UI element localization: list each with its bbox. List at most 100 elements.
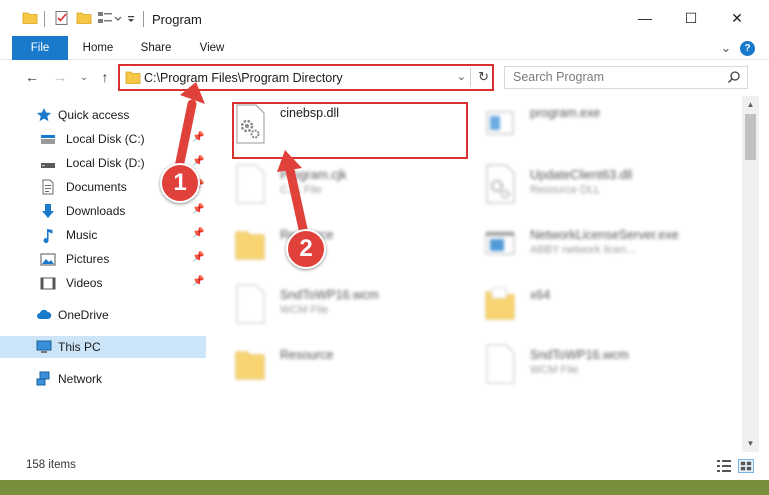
downloads-icon bbox=[42, 204, 54, 218]
scroll-thumb[interactable] bbox=[745, 114, 756, 160]
music-icon bbox=[43, 229, 53, 243]
close-button[interactable]: ✕ bbox=[729, 10, 745, 26]
sidebar-item-downloads[interactable]: Downloads 📌 bbox=[0, 200, 206, 222]
pin-icon[interactable]: 📌 bbox=[192, 156, 204, 167]
search-box[interactable] bbox=[504, 66, 748, 89]
sidebar-item-label: Downloads bbox=[66, 204, 126, 218]
file-type: WCM File bbox=[530, 364, 579, 376]
folder-icon bbox=[235, 351, 265, 380]
pin-icon[interactable]: 📌 bbox=[192, 276, 204, 287]
address-divider bbox=[470, 68, 471, 87]
pin-icon[interactable]: 📌 bbox=[192, 228, 204, 239]
address-dropdown-button[interactable]: ⌄ bbox=[457, 70, 466, 83]
callout-1: 1 bbox=[160, 163, 200, 203]
tab-file[interactable]: File bbox=[12, 36, 68, 60]
properties-icon[interactable] bbox=[54, 10, 70, 26]
file-item-sndtowp16-2[interactable]: SndToWP16.wcm WCM File bbox=[460, 338, 700, 388]
view-options-icon[interactable] bbox=[97, 10, 113, 26]
scroll-down-button[interactable]: ▼ bbox=[742, 435, 759, 452]
file-item-x64-folder[interactable]: x64 bbox=[460, 278, 700, 328]
forward-button[interactable]: → bbox=[52, 69, 68, 85]
sidebar-item-music[interactable]: Music 📌 bbox=[0, 224, 206, 246]
pictures-icon bbox=[40, 253, 56, 266]
file-item-updateclient[interactable]: UpdateClient63.dll Resource DLL bbox=[460, 158, 700, 208]
expand-ribbon-button[interactable]: ⌄ bbox=[719, 40, 733, 55]
new-folder-icon[interactable] bbox=[76, 10, 92, 26]
generic-file-icon bbox=[486, 344, 515, 384]
file-name: UpdateClient63.dll bbox=[530, 168, 633, 182]
folder-icon[interactable] bbox=[22, 10, 38, 26]
title-bar: Program — ☐ ✕ bbox=[0, 0, 769, 36]
highlight-box bbox=[232, 102, 468, 159]
chevron-down-icon[interactable] bbox=[114, 15, 122, 23]
file-name: SndToWP16.wcm bbox=[280, 288, 379, 302]
file-item-resource-folder-2[interactable]: Resource bbox=[210, 338, 450, 388]
sidebar-item-label: This PC bbox=[58, 340, 101, 354]
callout-2: 2 bbox=[286, 229, 326, 269]
search-input[interactable] bbox=[513, 70, 713, 84]
pin-icon[interactable]: 📌 bbox=[192, 252, 204, 263]
cloud-icon bbox=[37, 309, 52, 319]
computer-icon bbox=[36, 340, 52, 353]
sidebar-item-label: OneDrive bbox=[58, 308, 109, 322]
file-name: x64 bbox=[530, 288, 551, 302]
sidebar-item-onedrive[interactable]: OneDrive bbox=[0, 304, 206, 326]
file-type: WCM File bbox=[280, 304, 329, 316]
sidebar-item-label: Videos bbox=[66, 276, 103, 290]
help-button[interactable]: ? bbox=[740, 41, 755, 56]
star-icon bbox=[37, 108, 51, 122]
file-item-program-cjk[interactable]: Program.cjk CJK File bbox=[210, 158, 450, 208]
ribbon-tabs: File Home Share View ⌄ ? bbox=[0, 36, 769, 60]
recent-locations-button[interactable]: ⌄ bbox=[76, 69, 92, 85]
sidebar-item-label: Local Disk (D:) bbox=[66, 156, 145, 170]
sidebar-item-videos[interactable]: Videos 📌 bbox=[0, 272, 206, 294]
file-item-sndtowp16[interactable]: SndToWP16.wcm WCM File bbox=[210, 278, 450, 328]
sidebar-item-label: Pictures bbox=[66, 252, 110, 266]
tab-home[interactable]: Home bbox=[76, 36, 120, 60]
file-item-program-exe[interactable]: program.exe bbox=[460, 98, 700, 148]
up-button[interactable]: ↑ bbox=[97, 69, 113, 85]
address-bar[interactable]: C:\Program Files\Program Directory ⌄ ↻ bbox=[118, 64, 494, 91]
sidebar-item-pictures[interactable]: Pictures 📌 bbox=[0, 248, 206, 270]
folder-icon bbox=[235, 231, 265, 260]
sidebar-item-local-disk-c[interactable]: Local Disk (C:) 📌 bbox=[0, 128, 206, 150]
dll-gear-icon bbox=[486, 164, 515, 204]
sidebar-item-quick-access[interactable]: Quick access bbox=[0, 104, 206, 126]
search-icon[interactable] bbox=[727, 70, 741, 84]
file-name: program.exe bbox=[530, 106, 601, 120]
sidebar-item-this-pc[interactable]: This PC bbox=[0, 336, 206, 358]
generic-file-icon bbox=[236, 164, 265, 204]
file-type: CJK File bbox=[280, 184, 322, 196]
pin-icon[interactable]: 📌 bbox=[192, 204, 204, 215]
drive-icon bbox=[41, 135, 55, 144]
title-separator bbox=[143, 11, 144, 27]
file-item-networklicenseserver[interactable]: NetworkLicenseServer.exe ABBY network li… bbox=[460, 218, 700, 268]
sidebar-item-label: Music bbox=[66, 228, 98, 242]
details-view-icon[interactable] bbox=[716, 459, 732, 473]
file-name: NetworkLicenseServer.exe bbox=[530, 228, 679, 242]
large-icons-view-icon[interactable] bbox=[738, 459, 754, 473]
refresh-button[interactable]: ↻ bbox=[478, 69, 489, 85]
customize-toolbar-icon[interactable] bbox=[126, 10, 136, 26]
vertical-scrollbar[interactable]: ▲ ▼ bbox=[742, 96, 759, 452]
back-button[interactable]: ← bbox=[24, 69, 40, 85]
minimize-button[interactable]: — bbox=[637, 10, 653, 26]
sidebar-item-label: Quick access bbox=[58, 108, 130, 122]
file-item-resource-folder[interactable]: Resource bbox=[210, 218, 450, 268]
folder-icon bbox=[125, 71, 141, 84]
tab-view[interactable]: View bbox=[190, 36, 234, 60]
sidebar-item-network[interactable]: Network bbox=[0, 368, 206, 390]
drive-icon bbox=[41, 163, 55, 168]
title-separator bbox=[44, 11, 45, 27]
address-path[interactable]: C:\Program Files\Program Directory bbox=[144, 71, 343, 85]
exe-icon bbox=[486, 111, 514, 135]
file-type: Resource DLL bbox=[530, 184, 601, 196]
documents-icon bbox=[42, 179, 54, 195]
scroll-up-button[interactable]: ▲ bbox=[742, 96, 759, 113]
network-icon bbox=[36, 371, 50, 386]
tab-share[interactable]: Share bbox=[134, 36, 178, 60]
pin-icon[interactable]: 📌 bbox=[192, 132, 204, 143]
status-bar: 158 items bbox=[0, 452, 769, 480]
navigation-bar: ← → ⌄ ↑ C:\Program Files\Program Directo… bbox=[0, 60, 769, 96]
maximize-button[interactable]: ☐ bbox=[683, 10, 699, 26]
